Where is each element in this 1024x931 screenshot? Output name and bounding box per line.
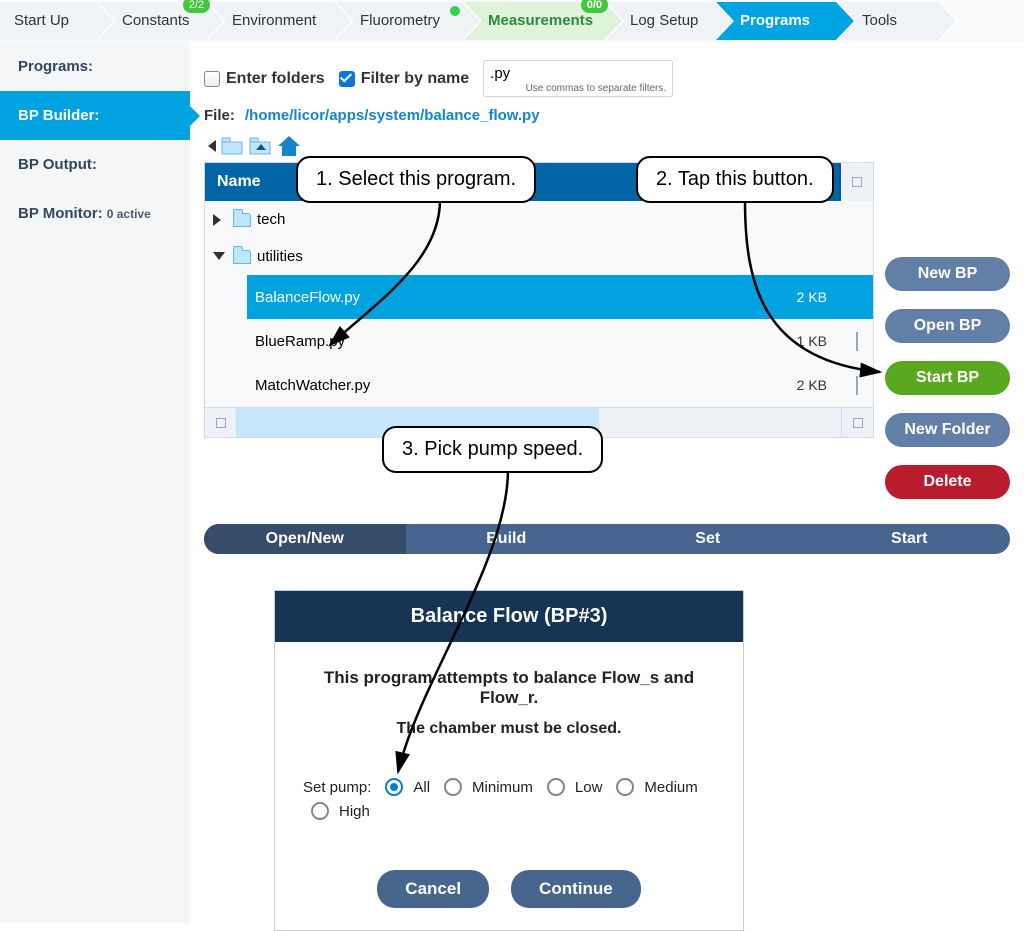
cancel-button[interactable]: Cancel	[377, 870, 489, 908]
action-column: New BP Open BP Start BP New Folder Delet…	[885, 257, 1010, 499]
filter-hint: Use commas to separate filters.	[490, 83, 666, 94]
folder-icon	[233, 250, 251, 264]
annotation-3: 3. Pick pump speed.	[382, 426, 603, 473]
row-checkbox[interactable]	[856, 376, 858, 395]
folder-icon	[233, 213, 251, 227]
new-bp-button[interactable]: New BP	[885, 257, 1010, 291]
filter-input-wrapper: Use commas to separate filters.	[483, 60, 673, 97]
filter-by-name-checkbox[interactable]: Filter by name	[339, 70, 469, 88]
badge-constants: 2/2	[183, 0, 210, 13]
sidebar-item-bp-output[interactable]: BP Output:	[0, 140, 190, 189]
main-area: Enter folders Filter by name Use commas …	[190, 42, 1024, 438]
pump-radio-group: Set pump: All Minimum Low Medium High	[297, 778, 721, 820]
file-row-balanceflow[interactable]: BalanceFlow.py 2 KB	[247, 275, 873, 319]
sidebar-item-bp-monitor[interactable]: BP Monitor:0 active	[0, 189, 190, 238]
radio-medium[interactable]	[616, 778, 634, 796]
delete-button[interactable]: Delete	[885, 465, 1010, 499]
filter-input[interactable]	[490, 65, 666, 82]
file-size: 2 KB	[771, 377, 841, 393]
step-build[interactable]: Build	[406, 524, 608, 554]
step-opennew[interactable]: Open/New	[204, 524, 406, 554]
file-table: Name Size tech utilities BalanceFlow.py …	[204, 162, 874, 438]
dot-fluorometry	[450, 6, 460, 16]
annotation-1: 1. Select this program.	[296, 156, 536, 203]
step-set[interactable]: Set	[607, 524, 809, 554]
nav-back-icon[interactable]	[206, 138, 218, 154]
sidebar-item-bp-builder[interactable]: BP Builder:	[0, 91, 190, 140]
folder-name: utilities	[257, 248, 303, 265]
open-bp-button[interactable]: Open BP	[885, 309, 1010, 343]
top-nav: Start Up Constants2/2 Environment Fluoro…	[0, 0, 1024, 42]
file-name: MatchWatcher.py	[247, 377, 771, 394]
tab-startup[interactable]: Start Up	[0, 2, 96, 40]
dialog-message-1: This program attempts to balance Flow_s …	[297, 668, 721, 708]
new-folder-button[interactable]: New Folder	[885, 413, 1010, 447]
file-row-blueramp[interactable]: BlueRamp.py 1 KB	[247, 319, 873, 363]
filter-row: Enter folders Filter by name Use commas …	[190, 42, 1024, 103]
start-bp-button[interactable]: Start BP	[885, 361, 1010, 395]
row-checkbox[interactable]	[856, 332, 858, 351]
folder-row-tech[interactable]: tech	[205, 201, 873, 238]
sidebar-item-programs[interactable]: Programs:	[0, 42, 190, 91]
folder-name: tech	[257, 211, 285, 228]
sidebar: Programs: BP Builder: BP Output: BP Moni…	[0, 42, 190, 923]
collapse-icon[interactable]	[213, 252, 225, 264]
radio-all[interactable]	[385, 778, 403, 796]
badge-measurements: 0/0	[581, 0, 608, 13]
radio-minimum[interactable]	[444, 778, 462, 796]
file-name: BalanceFlow.py	[247, 289, 771, 306]
continue-button[interactable]: Continue	[511, 870, 641, 908]
step-tabs: Open/New Build Set Start	[204, 524, 1010, 554]
tab-environment[interactable]: Environment	[208, 2, 334, 40]
dialog-message-2: The chamber must be closed.	[297, 720, 721, 738]
tab-measurements[interactable]: Measurements0/0	[464, 2, 604, 40]
file-row-matchwatcher[interactable]: MatchWatcher.py 2 KB	[247, 363, 873, 407]
nav-folder-icon[interactable]	[220, 136, 246, 156]
file-size: 2 KB	[771, 289, 841, 305]
file-path-row: File: /home/licor/apps/system/balance_fl…	[190, 103, 1024, 134]
file-name: BlueRamp.py	[247, 333, 771, 350]
tab-fluorometry[interactable]: Fluorometry	[336, 2, 462, 40]
radio-high[interactable]	[311, 802, 329, 820]
annotation-2: 2. Tap this button.	[636, 156, 834, 203]
enter-folders-checkbox[interactable]: Enter folders	[204, 70, 325, 88]
file-size: 1 KB	[771, 333, 841, 349]
pump-label: Set pump:	[303, 779, 371, 796]
bp-monitor-count: 0 active	[107, 207, 151, 221]
nav-up-icon[interactable]	[248, 136, 274, 156]
dialog-title: Balance Flow (BP#3)	[275, 591, 743, 642]
expand-icon[interactable]	[213, 214, 225, 226]
balance-flow-dialog: Balance Flow (BP#3) This program attempt…	[274, 590, 744, 931]
nav-home-icon[interactable]	[276, 134, 302, 158]
radio-low[interactable]	[547, 778, 565, 796]
file-path[interactable]: /home/licor/apps/system/balance_flow.py	[245, 107, 540, 124]
file-label: File:	[204, 107, 235, 124]
col-check-header[interactable]	[841, 163, 873, 201]
folder-row-utilities[interactable]: utilities	[205, 238, 873, 275]
tab-programs[interactable]: Programs	[716, 2, 836, 40]
step-start[interactable]: Start	[809, 524, 1011, 554]
